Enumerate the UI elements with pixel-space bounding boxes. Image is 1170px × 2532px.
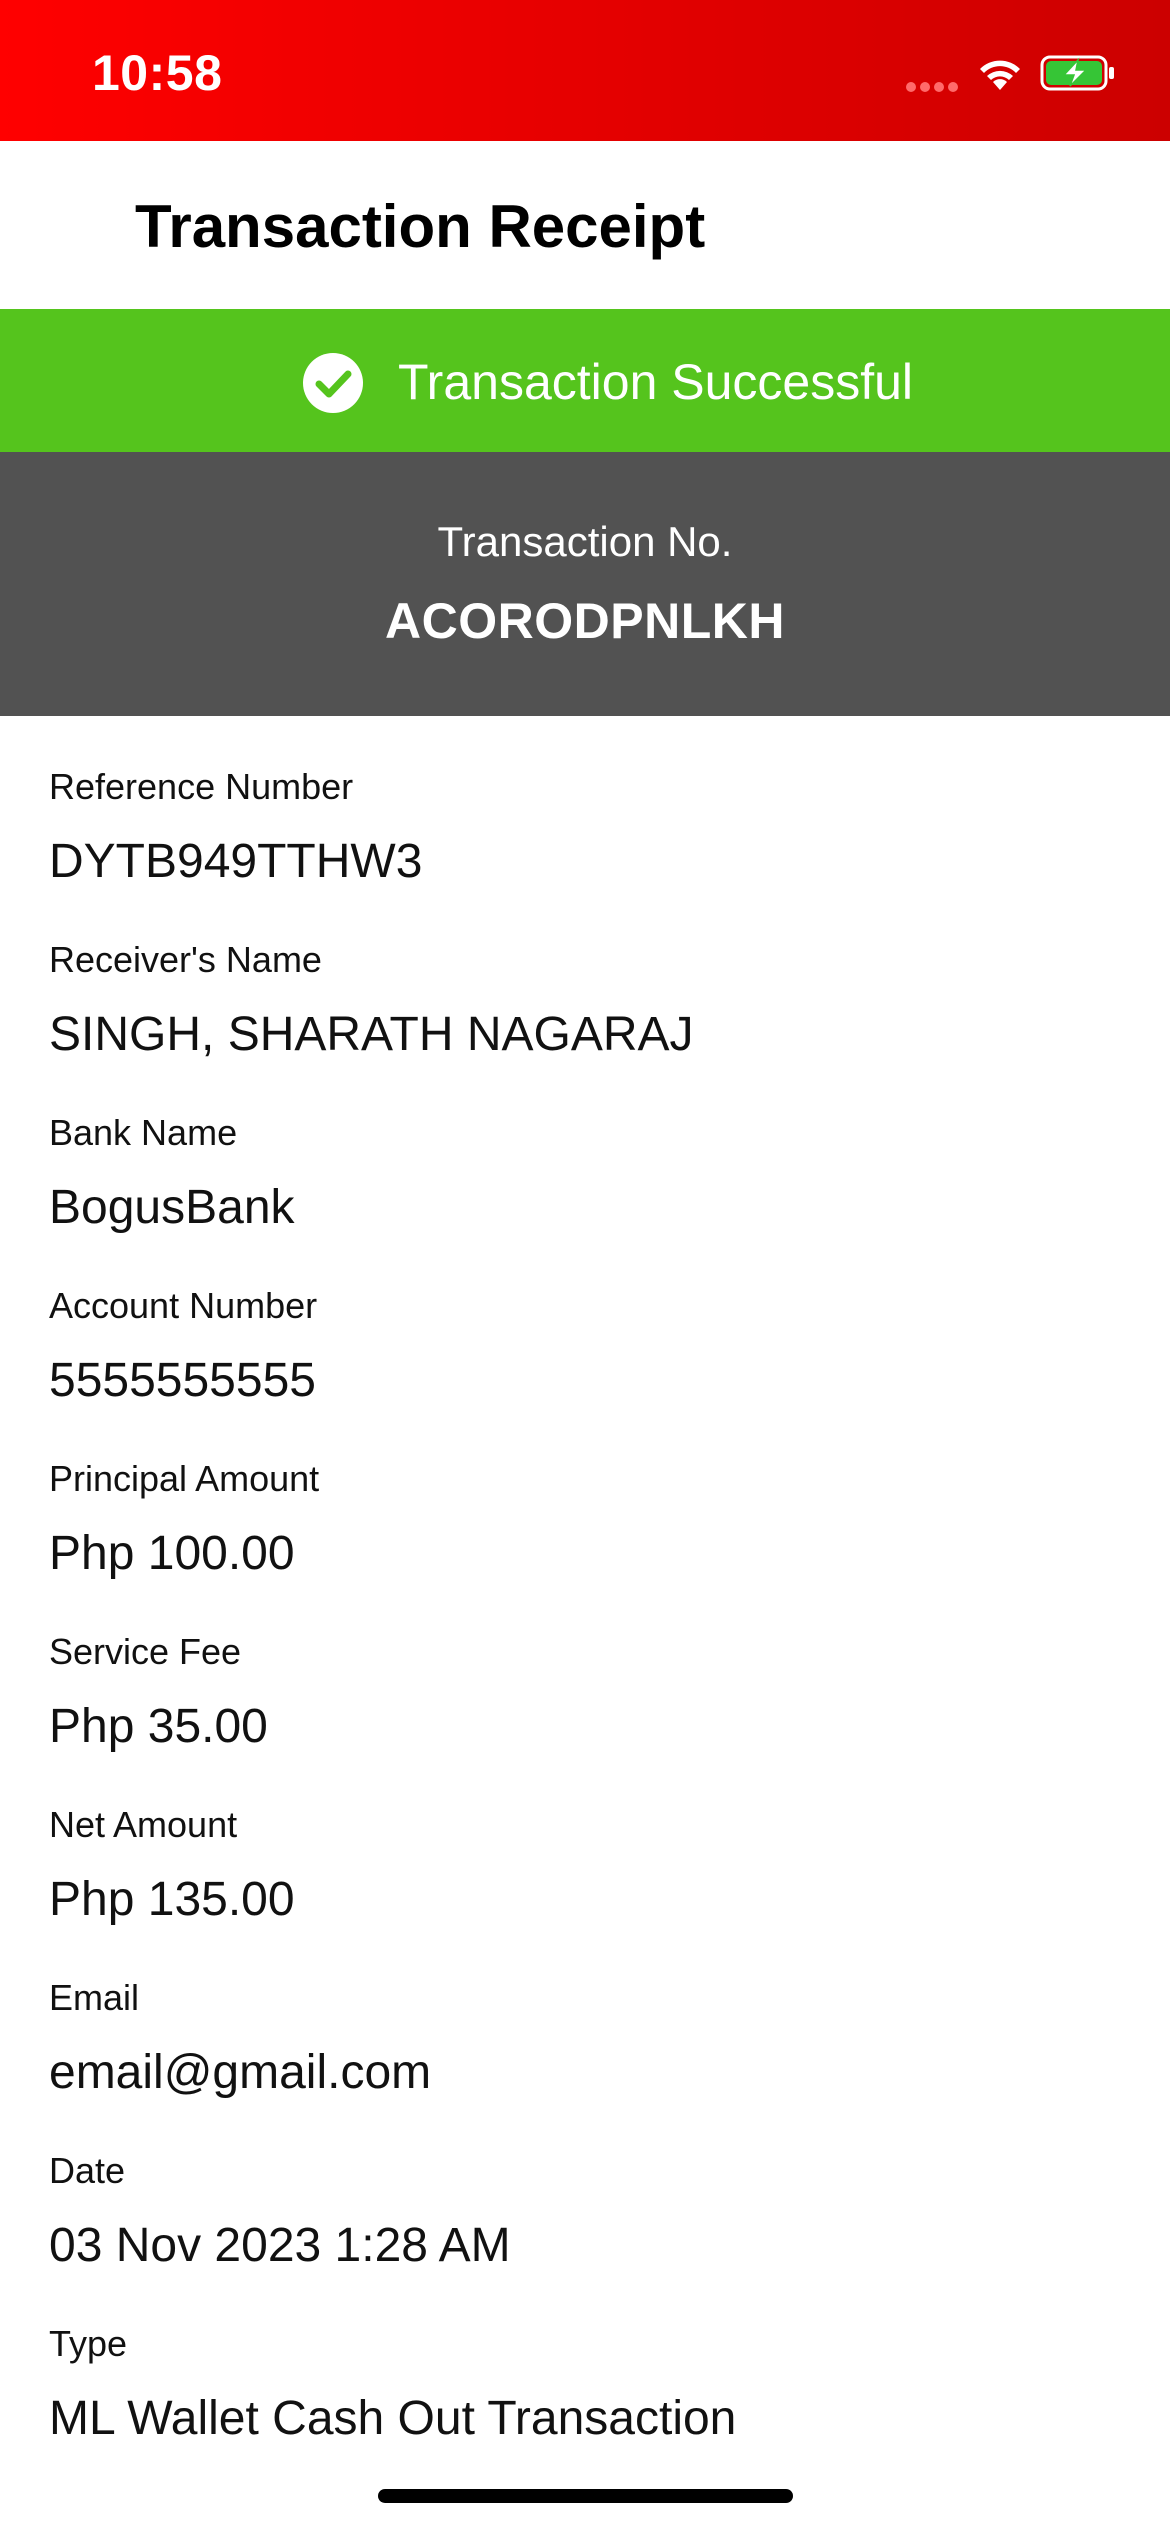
field-account-number: Account Number 5555555555: [49, 1285, 317, 1408]
field-value: 03 Nov 2023 1:28 AM: [49, 2219, 511, 2272]
field-label: Net Amount: [49, 1804, 238, 1845]
field-value: SINGH, SHARATH NAGARAJ: [49, 1008, 694, 1061]
status-bar: 10:58: [0, 0, 1170, 141]
field-label: Receiver's Name: [49, 939, 322, 980]
field-label: Bank Name: [49, 1112, 238, 1153]
check-circle-icon: [303, 353, 363, 413]
transaction-number-block: Transaction No. ACORODPNLKH: [0, 452, 1170, 716]
field-type: Type ML Wallet Cash Out Transaction: [49, 2323, 736, 2446]
field-value: Php 100.00: [49, 1527, 295, 1580]
field-value: Php 35.00: [49, 1700, 268, 1753]
field-label: Reference Number: [49, 766, 354, 807]
field-label: Type: [49, 2323, 128, 2364]
field-principal-amount: Principal Amount Php 100.00: [49, 1458, 319, 1581]
field-label: Account Number: [49, 1285, 318, 1326]
field-net-amount: Net Amount Php 135.00: [49, 1804, 295, 1927]
field-label: Principal Amount: [49, 1458, 320, 1499]
home-indicator[interactable]: [378, 2489, 793, 2503]
field-label: Date: [49, 2150, 126, 2191]
wifi-icon: [980, 60, 1020, 90]
field-reference-number: Reference Number DYTB949TTHW3: [49, 766, 422, 889]
field-bank-name: Bank Name BogusBank: [49, 1112, 295, 1235]
success-message: Transaction Successful: [398, 354, 914, 410]
cellular-signal-icon: [906, 82, 958, 92]
transaction-number-value: ACORODPNLKH: [385, 593, 785, 649]
battery-charging-icon: [1040, 55, 1114, 91]
field-value: BogusBank: [49, 1181, 295, 1234]
field-value: DYTB949TTHW3: [49, 835, 423, 888]
field-email: Email email@gmail.com: [49, 1977, 431, 2100]
page-title: Transaction Receipt: [135, 193, 706, 260]
field-date: Date 03 Nov 2023 1:28 AM: [49, 2150, 511, 2273]
field-receiver-name: Receiver's Name SINGH, SHARATH NAGARAJ: [49, 939, 694, 1062]
field-service-fee: Service Fee Php 35.00: [49, 1631, 268, 1754]
field-value: ML Wallet Cash Out Transaction: [49, 2392, 737, 2445]
field-value: 5555555555: [49, 1354, 316, 1407]
transaction-number-label: Transaction No.: [437, 518, 733, 565]
field-label: Service Fee: [49, 1631, 242, 1672]
header: Transaction Receipt: [0, 141, 1170, 309]
status-time: 10:58: [92, 45, 223, 101]
field-value: Php 135.00: [49, 1873, 295, 1926]
field-value: email@gmail.com: [49, 2046, 432, 2099]
field-label: Email: [49, 1977, 140, 2018]
success-banner: Transaction Successful: [0, 309, 1170, 452]
